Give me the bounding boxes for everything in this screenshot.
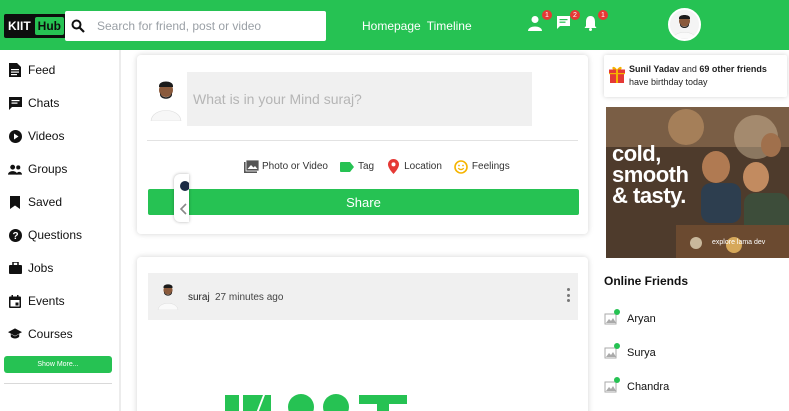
timeline-link[interactable]: Timeline — [427, 19, 472, 33]
friend-requests-badge: 1 — [542, 10, 552, 20]
sidebar-item-label: Groups — [28, 162, 68, 176]
smile-icon — [454, 159, 469, 174]
help-circle-icon: ? — [8, 228, 22, 242]
friend-avatar-icon — [604, 309, 620, 326]
birthday-count: 69 other friends — [699, 64, 767, 74]
post-username[interactable]: suraj — [188, 292, 210, 303]
post-author-avatar[interactable] — [157, 280, 179, 310]
ad-caption: explore lama dev — [712, 239, 766, 246]
sidebar-item-label: Videos — [28, 129, 65, 143]
notifications-badge: 1 — [598, 10, 608, 20]
logo-text-hub: Hub — [34, 17, 64, 35]
show-more-button[interactable]: Show More... — [4, 356, 112, 373]
sidebar-item-courses[interactable]: Courses — [8, 325, 73, 343]
location-pin-icon — [386, 159, 401, 174]
logo[interactable]: KIIT Hub — [4, 14, 68, 38]
sidebar-item-groups[interactable]: Groups — [8, 160, 67, 178]
online-friend-item[interactable]: Chandra — [604, 377, 670, 394]
photo-icon — [244, 159, 259, 174]
homepage-link[interactable]: Homepage — [362, 19, 421, 33]
friend-avatar-icon — [604, 343, 620, 360]
location-label: Location — [404, 161, 442, 172]
gift-icon — [609, 65, 625, 83]
calendar-icon — [8, 294, 22, 308]
logo-text-kiit: KIIT — [8, 19, 31, 33]
photo-video-label: Photo or Video — [262, 161, 328, 172]
more-options-icon[interactable] — [566, 288, 570, 302]
top-navbar: KIIT Hub Homepage Timeline 1 2 1 — [0, 0, 789, 50]
sidebar-item-label: Feed — [28, 63, 56, 77]
feelings-label: Feelings — [471, 161, 510, 172]
tag-option[interactable]: Tag — [340, 159, 374, 174]
tag-icon — [340, 159, 355, 174]
composer-avatar — [149, 75, 183, 121]
friend-name: Aryan — [627, 313, 656, 325]
bookmark-icon — [8, 195, 22, 209]
composer-options: Photo or Video Tag Location Feelings — [244, 159, 522, 174]
svg-text:?: ? — [12, 231, 18, 242]
feed-icon — [8, 63, 22, 77]
messages-icon[interactable]: 2 — [556, 10, 580, 33]
search-input[interactable] — [97, 19, 317, 33]
sidebar-divider — [4, 383, 112, 384]
birthday-text: Sunil Yadav and 69 other friends have bi… — [629, 63, 784, 89]
friend-requests-icon[interactable]: 1 — [528, 10, 552, 33]
post-card: suraj 27 minutes ago — [137, 257, 588, 411]
status-input[interactable] — [187, 72, 532, 126]
sidebar-item-questions[interactable]: ? Questions — [8, 226, 82, 244]
birthday-name: Sunil Yadav — [629, 64, 680, 74]
birthday-connector: and — [679, 64, 700, 74]
sidebar-item-chats[interactable]: Chats — [8, 94, 59, 112]
search-icon[interactable] — [71, 19, 91, 33]
share-button[interactable]: Share — [148, 189, 579, 215]
groups-icon — [8, 162, 22, 176]
sidebar-item-label: Saved — [28, 195, 63, 209]
briefcase-icon — [8, 261, 22, 275]
composer-divider — [147, 140, 578, 141]
online-friend-item[interactable]: Aryan — [604, 309, 656, 326]
search-bar — [65, 11, 326, 41]
sidebar-item-jobs[interactable]: Jobs — [8, 259, 53, 277]
sidebar-item-videos[interactable]: Videos — [8, 127, 64, 145]
sidebar-border — [119, 50, 121, 411]
friend-avatar-icon — [604, 377, 620, 394]
sidebar-item-label: Courses — [28, 327, 73, 341]
post-composer: Photo or Video Tag Location Feelings Sha… — [137, 55, 588, 234]
post-header: suraj 27 minutes ago — [148, 273, 578, 320]
sidebar-item-label: Events — [28, 294, 65, 308]
sidebar-item-label: Questions — [28, 228, 83, 242]
friend-name: Chandra — [627, 381, 670, 393]
sidebar-item-label: Chats — [28, 96, 60, 110]
nav-links: Homepage Timeline — [362, 19, 472, 33]
location-option[interactable]: Location — [386, 159, 442, 174]
school-icon — [8, 327, 22, 341]
online-friends-title: Online Friends — [604, 274, 689, 288]
sidebar-item-saved[interactable]: Saved — [8, 193, 62, 211]
friend-name: Surya — [627, 347, 656, 359]
tag-label: Tag — [357, 161, 375, 172]
sidebar-item-events[interactable]: Events — [8, 292, 65, 310]
messages-badge: 2 — [570, 10, 580, 20]
photo-video-option[interactable]: Photo or Video — [244, 159, 328, 174]
chat-icon — [8, 96, 22, 110]
post-image — [225, 381, 415, 411]
left-sidebar: Feed Chats Videos Groups Saved ? Questio… — [0, 50, 119, 411]
ad-headline-line3: & tasty. — [612, 183, 686, 208]
birthday-card[interactable]: Sunil Yadav and 69 other friends have bi… — [604, 55, 787, 97]
advertisement-banner[interactable]: cold, smooth & tasty. explore lama dev — [606, 107, 789, 258]
play-circle-icon — [8, 129, 22, 143]
profile-avatar[interactable] — [668, 8, 701, 41]
online-friend-item[interactable]: Surya — [604, 343, 656, 360]
notifications-icon[interactable]: 1 — [584, 10, 608, 33]
birthday-suffix: have birthday today — [629, 77, 708, 87]
sidebar-item-feed[interactable]: Feed — [8, 61, 55, 79]
post-timestamp: 27 minutes ago — [215, 292, 284, 303]
ad-carousel-handle[interactable] — [174, 174, 190, 222]
feelings-option[interactable]: Feelings — [454, 159, 510, 174]
sidebar-item-label: Jobs — [28, 261, 54, 275]
